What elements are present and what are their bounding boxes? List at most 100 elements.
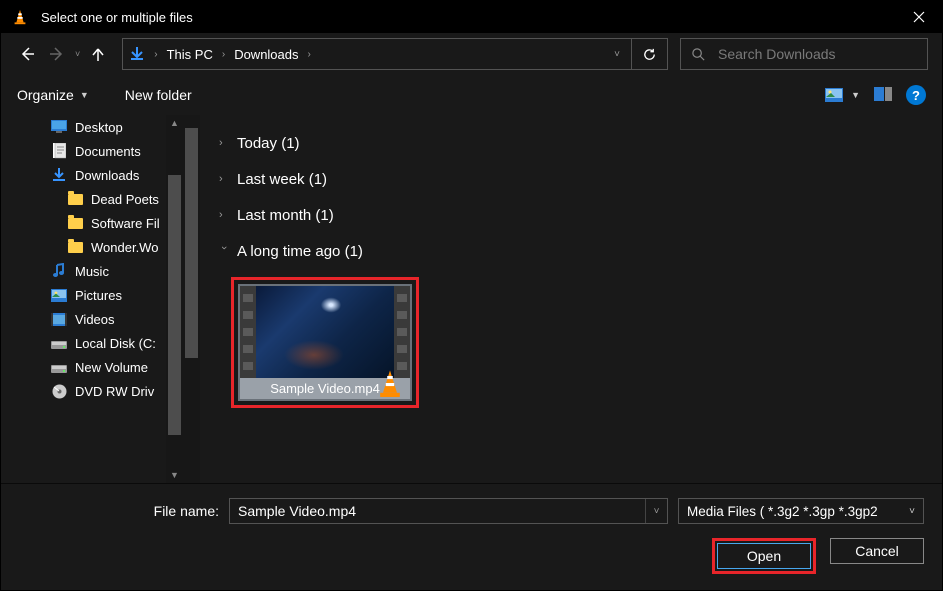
sidebar-item-label: Documents bbox=[75, 144, 141, 159]
search-box[interactable] bbox=[680, 38, 928, 70]
documents-icon bbox=[51, 144, 67, 158]
pc-icon bbox=[123, 45, 151, 63]
vlc-cone-icon bbox=[376, 369, 404, 397]
preview-pane-button[interactable] bbox=[874, 87, 892, 104]
filename-input[interactable] bbox=[230, 503, 645, 519]
new-folder-button[interactable]: New folder bbox=[125, 87, 192, 103]
chevron-down-icon: ▼ bbox=[851, 90, 860, 100]
footer: File name: ˅ Media Files ( *.3g2 *.3gp *… bbox=[1, 483, 942, 590]
dvd-icon bbox=[51, 384, 67, 398]
preview-pane-icon bbox=[874, 87, 892, 101]
refresh-button[interactable] bbox=[631, 39, 667, 69]
filename-dropdown[interactable]: ˅ bbox=[645, 499, 667, 523]
folder-icon bbox=[67, 216, 83, 230]
open-button-highlight: Open bbox=[712, 538, 816, 574]
sidebar-item-local-disk-c-[interactable]: Local Disk (C: bbox=[1, 331, 183, 355]
chevron-right-icon: › bbox=[219, 137, 229, 149]
group-label: Last month (1) bbox=[237, 207, 334, 224]
sidebar-item-label: Music bbox=[75, 264, 109, 279]
filename-input-wrap: ˅ bbox=[229, 498, 668, 524]
search-input[interactable] bbox=[718, 46, 917, 62]
sidebar-item-dvd-rw-driv[interactable]: DVD RW Driv bbox=[1, 379, 183, 403]
sidebar-item-documents[interactable]: Documents bbox=[1, 139, 183, 163]
file-type-filter[interactable]: Media Files ( *.3g2 *.3gp *.3gp2 ˅ bbox=[678, 498, 924, 524]
toolbar: Organize ▼ New folder ▼ ? bbox=[1, 75, 942, 115]
organize-button[interactable]: Organize ▼ bbox=[17, 87, 89, 103]
recent-dropdown[interactable]: ˅ bbox=[75, 49, 80, 59]
group-last-week[interactable]: › Last week (1) bbox=[219, 161, 926, 197]
pictures-view-icon bbox=[825, 88, 843, 102]
sidebar-item-downloads[interactable]: Downloads bbox=[1, 163, 183, 187]
group-label: Today (1) bbox=[237, 135, 300, 152]
videos-icon bbox=[51, 312, 67, 326]
chevron-down-icon: ˅ bbox=[909, 506, 915, 517]
sidebar-item-label: Videos bbox=[75, 312, 115, 327]
folder-icon bbox=[67, 240, 83, 254]
sidebar-item-music[interactable]: Music bbox=[1, 259, 183, 283]
file-list-area: › Today (1) › Last week (1) › Last month (1… bbox=[183, 115, 942, 483]
sidebar-item-pictures[interactable]: Pictures bbox=[1, 283, 183, 307]
folder-icon bbox=[67, 192, 83, 206]
sidebar-item-label: Software Fil bbox=[91, 216, 160, 231]
sidebar-item-label: Local Disk (C: bbox=[75, 336, 156, 351]
disk-icon bbox=[51, 336, 67, 350]
view-mode-button[interactable]: ▼ bbox=[825, 88, 860, 102]
filter-label: Media Files ( *.3g2 *.3gp *.3gp2 bbox=[687, 504, 878, 519]
chevron-right-icon[interactable]: › bbox=[305, 49, 314, 60]
sidebar-item-dead-poets[interactable]: Dead Poets bbox=[1, 187, 183, 211]
sidebar-item-label: DVD RW Driv bbox=[75, 384, 154, 399]
group-long-time-ago[interactable]: › A long time ago (1) bbox=[219, 233, 926, 269]
sidebar-item-label: Downloads bbox=[75, 168, 139, 183]
group-label: A long time ago (1) bbox=[237, 243, 363, 260]
scroll-up-icon[interactable]: ▲ bbox=[166, 115, 183, 131]
disk-icon bbox=[51, 360, 67, 374]
sidebar-item-videos[interactable]: Videos bbox=[1, 307, 183, 331]
breadcrumb-pc[interactable]: This PC bbox=[161, 39, 219, 69]
vlc-icon bbox=[11, 8, 29, 26]
sidebar-item-label: Wonder.Wo bbox=[91, 240, 158, 255]
chevron-down-icon: › bbox=[218, 246, 230, 256]
chevron-down-icon: ▼ bbox=[80, 90, 89, 100]
address-bar[interactable]: › This PC › Downloads › ˅ bbox=[122, 38, 668, 70]
navbar: ˅ › This PC › Downloads › ˅ bbox=[1, 33, 942, 75]
chevron-right-icon[interactable]: › bbox=[151, 49, 160, 60]
open-button[interactable]: Open bbox=[717, 543, 811, 569]
downloads-icon bbox=[51, 168, 67, 182]
content-area: Desktop Documents Downloads Dead Poets Softw… bbox=[1, 115, 942, 483]
file-item[interactable]: Sample Video.mp4 bbox=[231, 277, 419, 408]
video-thumbnail: Sample Video.mp4 bbox=[238, 284, 412, 401]
sidebar-scrollbar[interactable]: ▲ ▼ bbox=[166, 115, 183, 483]
sidebar: Desktop Documents Downloads Dead Poets Softw… bbox=[1, 115, 183, 483]
titlebar: Select one or multiple files bbox=[1, 1, 942, 33]
forward-button[interactable] bbox=[45, 42, 69, 66]
chevron-right-icon: › bbox=[219, 173, 229, 185]
up-button[interactable] bbox=[86, 42, 110, 66]
scroll-thumb[interactable] bbox=[168, 175, 181, 435]
sidebar-item-wonder-wo[interactable]: Wonder.Wo bbox=[1, 235, 183, 259]
pictures-icon bbox=[51, 288, 67, 302]
address-dropdown[interactable]: ˅ bbox=[603, 49, 631, 60]
back-button[interactable] bbox=[15, 42, 39, 66]
scroll-thumb[interactable] bbox=[185, 128, 198, 358]
close-button[interactable] bbox=[896, 1, 942, 33]
sidebar-item-desktop[interactable]: Desktop bbox=[1, 115, 183, 139]
scroll-down-icon[interactable]: ▼ bbox=[166, 467, 183, 483]
sidebar-item-label: New Volume bbox=[75, 360, 148, 375]
chevron-right-icon[interactable]: › bbox=[219, 49, 228, 60]
group-last-month[interactable]: › Last month (1) bbox=[219, 197, 926, 233]
main-scrollbar[interactable] bbox=[183, 115, 200, 483]
window-title: Select one or multiple files bbox=[41, 10, 896, 25]
sidebar-item-software-fil[interactable]: Software Fil bbox=[1, 211, 183, 235]
group-label: Last week (1) bbox=[237, 171, 327, 188]
help-button[interactable]: ? bbox=[906, 85, 926, 105]
file-open-dialog: Select one or multiple files ˅ › This PC… bbox=[0, 0, 943, 591]
filename-label: File name: bbox=[19, 503, 219, 519]
breadcrumb-downloads[interactable]: Downloads bbox=[228, 39, 304, 69]
group-today[interactable]: › Today (1) bbox=[219, 125, 926, 161]
sidebar-item-label: Pictures bbox=[75, 288, 122, 303]
cancel-button[interactable]: Cancel bbox=[830, 538, 924, 564]
sidebar-item-label: Desktop bbox=[75, 120, 123, 135]
chevron-right-icon: › bbox=[219, 209, 229, 221]
search-icon bbox=[691, 47, 706, 62]
sidebar-item-new-volume[interactable]: New Volume bbox=[1, 355, 183, 379]
